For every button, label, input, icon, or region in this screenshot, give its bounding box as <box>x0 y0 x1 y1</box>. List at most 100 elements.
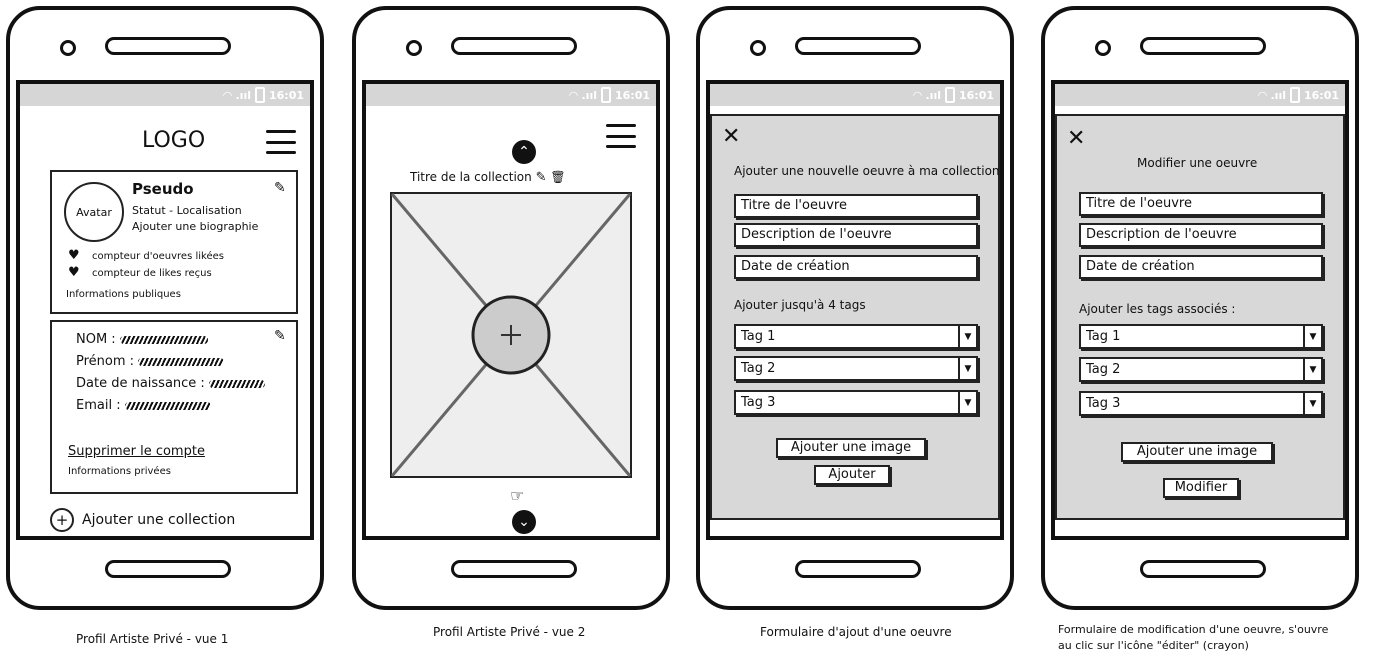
submit-add-button[interactable]: Ajouter <box>814 465 890 485</box>
tag-select-2[interactable]: Tag 2 ▼ <box>1079 357 1323 382</box>
birth-row: Date de naissance : <box>76 376 265 391</box>
battery-icon <box>600 87 611 103</box>
caption-2: Profil Artiste Privé - vue 2 <box>433 625 586 639</box>
pencil-edit-icon[interactable]: ✎ <box>536 170 547 185</box>
form-heading: Modifier une oeuvre <box>1137 156 1258 170</box>
trash-icon[interactable]: 🗑 <box>550 170 565 184</box>
pencil-edit-icon[interactable]: ✎ <box>274 180 286 196</box>
chevron-down-icon: ▼ <box>958 358 976 379</box>
likes-received-counter: compteur de likes reçus <box>92 268 212 279</box>
status-bar: ◠ .ııl 16:01 <box>20 84 310 106</box>
logo: LOGO <box>142 128 206 153</box>
chevron-down-icon: ▼ <box>1303 326 1321 347</box>
screen-edit-artwork-form: ◠ .ııl 16:01 ✕ Modifier une oeuvre Titre… <box>1051 80 1349 540</box>
title-field[interactable]: Titre de l'oeuvre <box>734 194 978 218</box>
redacted-value <box>119 335 208 344</box>
scroll-up-button[interactable]: ⌃ <box>512 140 536 164</box>
status-time: 16:01 <box>1303 88 1339 102</box>
speaker-grille <box>451 37 577 55</box>
phone-frame-1: ◠ .ııl 16:01 LOGO Avatar Pseudo ✎ Statut… <box>6 6 324 610</box>
scroll-down-button[interactable]: ⌄ <box>512 510 536 534</box>
collection-title: Titre de la collection ✎ 🗑 <box>410 170 566 185</box>
pointer-hand-icon: ☞ <box>510 486 525 505</box>
tags-label: Ajouter les tags associés : <box>1079 302 1236 316</box>
tag-select-value: Tag 3 <box>1086 396 1121 411</box>
date-field[interactable]: Date de création <box>1079 255 1323 279</box>
speaker-grille <box>105 37 231 55</box>
caption-4-line-1: Formulaire de modification d'une oeuvre,… <box>1058 623 1329 636</box>
add-image-button[interactable]: Ajouter une image <box>1121 442 1273 462</box>
speaker-grille <box>1140 37 1266 55</box>
heart-icon: ♥ <box>68 248 80 263</box>
form-panel: ✕ Ajouter une nouvelle oeuvre à ma colle… <box>710 114 1000 520</box>
chevron-down-icon: ▼ <box>958 392 976 413</box>
tag-select-1[interactable]: Tag 1 ▼ <box>1079 324 1323 349</box>
redacted-value <box>124 401 211 410</box>
form-panel: ✕ Modifier une oeuvre Titre de l'oeuvre … <box>1055 114 1345 520</box>
redacted-value <box>138 357 225 366</box>
description-field[interactable]: Description de l'oeuvre <box>734 223 978 247</box>
date-field[interactable]: Date de création <box>734 255 978 279</box>
screen-add-artwork-form: ◠ .ııl 16:01 ✕ Ajouter une nouvelle oeuv… <box>706 80 1004 540</box>
bio-link[interactable]: Ajouter une biographie <box>132 220 258 233</box>
close-icon[interactable]: ✕ <box>1067 126 1085 151</box>
tag-select-value: Tag 1 <box>741 329 776 344</box>
tag-select-3[interactable]: Tag 3 ▼ <box>1079 391 1323 416</box>
pencil-edit-icon[interactable]: ✎ <box>274 328 286 344</box>
wifi-signal-icon: ◠ .ııl <box>223 88 251 102</box>
status-bar: ◠ .ııl 16:01 <box>1055 84 1345 106</box>
screen-profile-view-2: ◠ .ııl 16:01 ⌃ Titre de la collection ✎ … <box>362 80 660 540</box>
battery-icon <box>1289 87 1300 103</box>
form-heading: Ajouter une nouvelle oeuvre à ma collect… <box>734 164 1000 178</box>
tag-select-value: Tag 1 <box>1086 329 1121 344</box>
home-button[interactable] <box>1140 560 1266 578</box>
tags-label: Ajouter jusqu'à 4 tags <box>734 298 866 312</box>
nom-row: NOM : <box>76 332 208 347</box>
home-button[interactable] <box>451 560 577 578</box>
public-info-card: Avatar Pseudo ✎ Statut - Localisation Aj… <box>50 170 298 314</box>
public-info-label: Informations publiques <box>66 289 181 300</box>
add-collection-button[interactable]: + Ajouter une collection <box>50 508 235 532</box>
liked-works-counter: compteur d'oeuvres likées <box>92 251 224 262</box>
delete-account-link[interactable]: Supprimer le compte <box>68 444 205 459</box>
email-label: Email : <box>76 398 121 413</box>
phone-frame-4: ◠ .ııl 16:01 ✕ Modifier une oeuvre Titre… <box>1041 6 1359 610</box>
tag-select-2[interactable]: Tag 2 ▼ <box>734 356 978 381</box>
battery-icon <box>254 87 265 103</box>
plus-circle-icon: + <box>50 508 74 532</box>
title-field[interactable]: Titre de l'oeuvre <box>1079 192 1323 216</box>
chevron-down-icon: ▼ <box>958 326 976 347</box>
caption-4-line-2: au clic sur l'icône "éditer" (crayon) <box>1058 639 1249 652</box>
private-info-card: ✎ NOM : Prénom : Date de naissance : Ema… <box>50 320 298 494</box>
status-location: Statut - Localisation <box>132 204 242 217</box>
status-bar: ◠ .ııl 16:01 <box>366 84 656 106</box>
wifi-signal-icon: ◠ .ııl <box>1258 88 1286 102</box>
pseudo: Pseudo <box>132 180 194 198</box>
camera-icon <box>1095 40 1111 56</box>
chevron-down-icon: ▼ <box>1303 359 1321 380</box>
menu-icon[interactable] <box>606 124 636 148</box>
email-row: Email : <box>76 398 211 413</box>
avatar[interactable]: Avatar <box>64 182 124 242</box>
birth-label: Date de naissance : <box>76 376 205 391</box>
avatar-label: Avatar <box>76 205 112 219</box>
camera-icon <box>406 40 422 56</box>
add-image-button[interactable]: Ajouter une image <box>776 438 926 458</box>
description-field[interactable]: Description de l'oeuvre <box>1079 223 1323 247</box>
home-button[interactable] <box>795 560 921 578</box>
camera-icon <box>750 40 766 56</box>
menu-icon[interactable] <box>266 130 296 154</box>
submit-edit-button[interactable]: Modifier <box>1163 478 1239 498</box>
caption-1: Profil Artiste Privé - vue 1 <box>76 632 229 646</box>
tag-select-value: Tag 2 <box>1086 362 1121 377</box>
chevron-down-icon: ▼ <box>1303 393 1321 414</box>
artwork-image-placeholder[interactable] <box>390 192 632 478</box>
tag-select-value: Tag 3 <box>741 395 776 410</box>
camera-icon <box>60 40 76 56</box>
status-time: 16:01 <box>958 88 994 102</box>
home-button[interactable] <box>105 560 231 578</box>
wifi-signal-icon: ◠ .ııl <box>569 88 597 102</box>
tag-select-3[interactable]: Tag 3 ▼ <box>734 390 978 415</box>
close-icon[interactable]: ✕ <box>722 124 740 149</box>
tag-select-1[interactable]: Tag 1 ▼ <box>734 324 978 349</box>
